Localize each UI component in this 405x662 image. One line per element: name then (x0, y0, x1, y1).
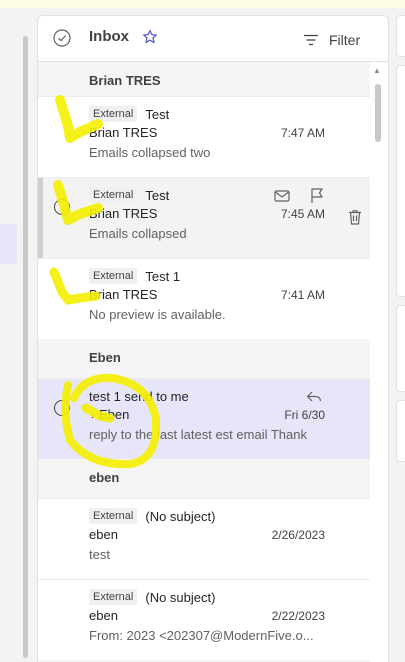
message-line1: External Test (89, 106, 169, 122)
message-preview: No preview is available. (89, 307, 226, 322)
message-preview: Emails collapsed two (89, 145, 211, 160)
reading-pane-card (396, 15, 405, 57)
external-tag: External (89, 268, 138, 284)
message-subject: (No subject) (145, 508, 216, 524)
message-sender: Brian TRES (89, 287, 158, 302)
message-item[interactable]: External (No subject) eben 2/26/2023 tes… (38, 498, 370, 579)
group-header-label: Brian TRES (89, 73, 161, 88)
external-tag: External (89, 589, 138, 605)
reading-pane-card (396, 400, 405, 462)
message-time: 7:41 AM (280, 288, 325, 302)
message-time: 7:47 AM (280, 126, 325, 140)
message-time: 2/26/2023 (271, 528, 325, 542)
message-line1: External (No subject) (89, 508, 215, 524)
message-item[interactable]: External (No subject) eben 2/22/2023 Fro… (38, 579, 370, 660)
external-tag: External (89, 187, 138, 203)
message-preview: reply to the last latest est email Thank (89, 427, 307, 442)
top-strip (0, 0, 405, 8)
message-sender: Eben (98, 407, 130, 422)
message-list: Brian TRES External Test Brian TRES 7:47… (38, 62, 370, 662)
select-all-checkbox-icon[interactable] (53, 29, 71, 47)
message-sender: eben (89, 608, 118, 623)
message-subject: Test 1 (145, 268, 181, 284)
filter-button[interactable]: Filter (303, 30, 360, 50)
message-preview: Emails collapsed (89, 226, 187, 241)
filter-icon (304, 34, 318, 46)
reading-pane-card (396, 65, 405, 297)
message-subject: Test (145, 106, 170, 122)
favorite-star-icon[interactable] (142, 29, 158, 45)
message-line1: test 1 send to me (89, 389, 189, 404)
group-header: Brian TRES (38, 62, 370, 96)
message-subject: Test (145, 187, 170, 203)
message-list-header: Inbox Filter (38, 16, 388, 62)
message-sender: eben (89, 527, 118, 542)
group-header: eben (38, 459, 370, 493)
message-sender: Brian TRES (89, 125, 158, 140)
message-sender-row: › Eben (91, 407, 129, 422)
message-item[interactable]: External Test 1 Brian TRES 7:41 AM No pr… (38, 258, 370, 339)
message-subject: (No subject) (145, 589, 216, 605)
group-header-label: eben (89, 470, 120, 485)
message-subject: test 1 send to me (89, 389, 189, 404)
message-line1: External Test 1 (89, 268, 180, 284)
message-item-selected[interactable]: test 1 send to me › Eben Fri 6/30 reply … (38, 378, 370, 459)
folder-title: Inbox (89, 28, 129, 45)
reply-icon[interactable] (305, 388, 323, 406)
delete-icon[interactable] (346, 208, 364, 226)
folder-pane-selected-item[interactable] (0, 224, 17, 264)
filter-label: Filter (329, 32, 361, 48)
message-preview: test (89, 547, 110, 562)
message-time: Fri 6/30 (284, 408, 325, 422)
scroll-up-arrow-icon[interactable]: ▲ (373, 66, 381, 75)
select-message-radio[interactable] (54, 400, 70, 416)
folder-pane-scrollbar[interactable] (23, 36, 28, 658)
mark-unread-icon[interactable] (273, 187, 291, 205)
message-item[interactable]: External Test Brian TRES 7:45 AM Emails … (38, 177, 370, 258)
group-header: Eben (38, 339, 370, 373)
select-message-radio[interactable] (54, 199, 70, 215)
message-list-pane: Inbox Filter Brian TRES External Test Br… (37, 15, 389, 662)
expand-chevron-icon[interactable]: › (91, 407, 95, 422)
message-line1: External Test (89, 187, 169, 203)
message-sender: Brian TRES (89, 206, 158, 221)
flag-icon[interactable] (308, 187, 326, 205)
external-tag: External (89, 508, 138, 524)
message-time: 7:45 AM (280, 207, 325, 221)
message-preview: From: 2023 <202307@ModernFive.o... (89, 628, 314, 643)
group-header-label: Eben (89, 350, 121, 365)
external-tag: External (89, 106, 138, 122)
reading-pane-card (396, 305, 405, 392)
message-list-scrollbar-thumb[interactable] (375, 84, 381, 142)
message-time: 2/22/2023 (271, 609, 325, 623)
message-line1: External (No subject) (89, 589, 215, 605)
hover-accent (38, 178, 43, 258)
message-item[interactable]: External Test Brian TRES 7:47 AM Emails … (38, 96, 370, 177)
